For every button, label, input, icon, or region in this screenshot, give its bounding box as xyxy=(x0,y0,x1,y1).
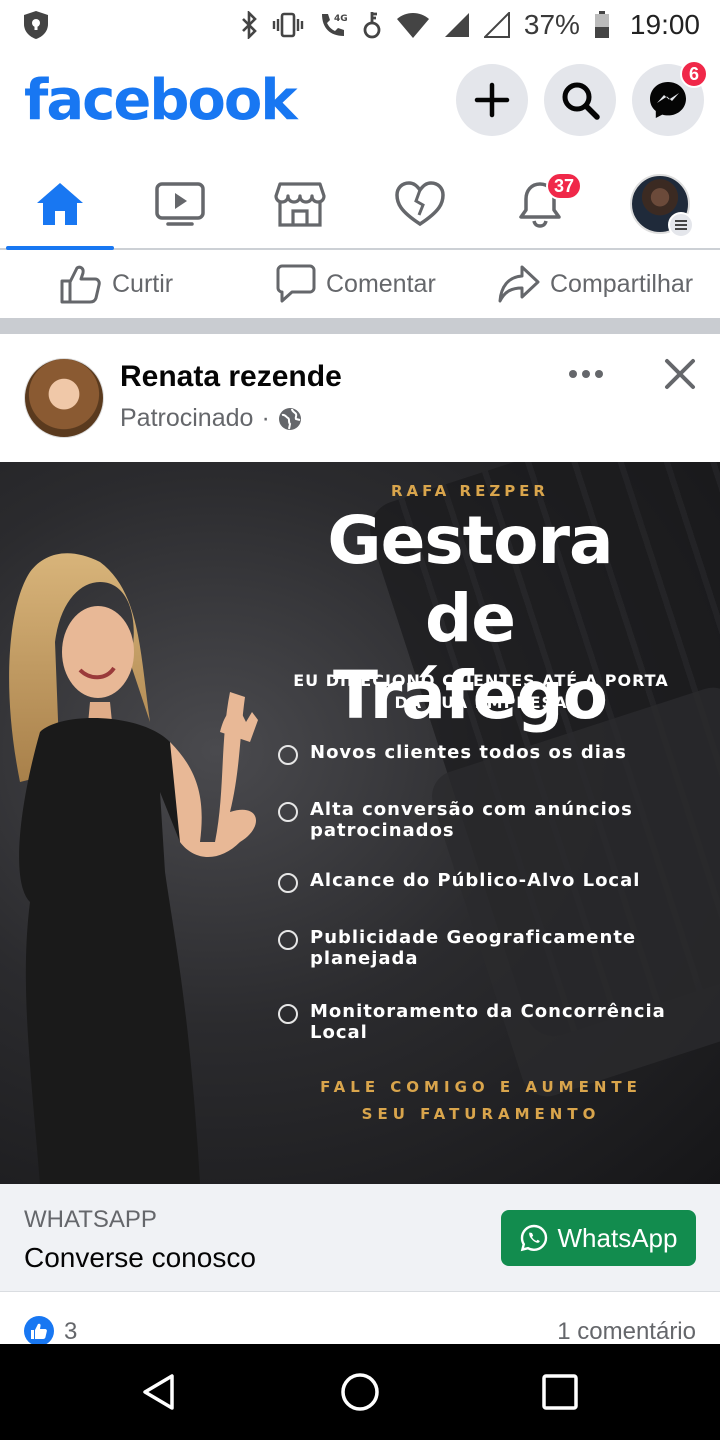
tab-home[interactable] xyxy=(0,160,120,250)
plus-icon xyxy=(474,82,510,118)
hide-post-button[interactable] xyxy=(660,354,700,394)
battery-percent: 37% xyxy=(523,9,580,40)
ad-title-line1: Gestora xyxy=(327,502,613,579)
tab-dating[interactable] xyxy=(360,160,480,248)
battery-icon xyxy=(594,11,610,39)
author-name[interactable]: Renata rezende xyxy=(120,360,342,394)
tab-notifications[interactable]: 37 xyxy=(480,160,600,248)
dot-separator: · xyxy=(261,404,270,432)
ad-cta-text: FALE COMIGO E AUMENTE SEU FATURAMENTO xyxy=(320,1078,642,1123)
ad-subtitle: EU DIRECIONO CLIENTES ATÉ A PORTA DA SUA… xyxy=(293,671,669,712)
feed-separator xyxy=(0,318,720,334)
ad-feature-text: Alcance do Público-Alvo Local xyxy=(310,870,641,891)
store-icon xyxy=(274,182,326,227)
signal-icon xyxy=(444,12,470,38)
ad-brand: RAFA REZPER xyxy=(391,482,549,500)
tab-marketplace[interactable] xyxy=(240,160,360,248)
bullet-circle-icon xyxy=(278,873,298,893)
like-button[interactable]: Curtir xyxy=(60,254,173,314)
home-nav-button[interactable] xyxy=(332,1364,388,1420)
share-label: Compartilhar xyxy=(550,269,694,298)
close-icon xyxy=(665,359,695,389)
back-triangle-icon xyxy=(143,1374,174,1410)
share-icon xyxy=(498,265,540,303)
facebook-logo[interactable]: facebook xyxy=(24,68,298,133)
vibrate-icon xyxy=(272,11,304,39)
ad-feature-item: Monitoramento da Concorrência Local xyxy=(278,1001,690,1043)
bullet-circle-icon xyxy=(278,930,298,950)
bluetooth-icon xyxy=(240,11,258,39)
network-label: 4G xyxy=(334,14,348,24)
whatsapp-button-label: WhatsApp xyxy=(557,1222,678,1253)
home-circle-icon xyxy=(341,1373,379,1411)
search-button[interactable] xyxy=(544,64,616,136)
notifications-badge: 37 xyxy=(546,172,583,200)
signal-empty-icon xyxy=(483,12,510,38)
tab-menu[interactable] xyxy=(600,160,720,248)
ad-feature-text: Publicidade Geograficamente planejada xyxy=(310,927,637,969)
ad-feature-item: Novos clientes todos os dias xyxy=(278,742,690,765)
cta-title: Converse conosco xyxy=(24,1242,256,1273)
bullet-circle-icon xyxy=(278,1004,298,1024)
ad-feature-text: Alta conversão com anúncios patrocinados xyxy=(310,799,633,841)
comment-icon xyxy=(276,264,316,303)
ad-image[interactable]: RAFA REZPER Gestora de Tráfego EU DIRECI… xyxy=(0,462,720,1184)
ad-feature-item: Publicidade Geograficamente planejada xyxy=(278,927,690,969)
post-header: Renata rezende Patrocinado · xyxy=(0,334,720,462)
video-icon xyxy=(155,182,205,226)
home-icon xyxy=(37,183,83,225)
menu-icon xyxy=(668,212,694,238)
tab-watch[interactable] xyxy=(120,160,240,248)
sponsored-text[interactable]: Patrocinado xyxy=(120,404,253,433)
reactions-row: 3 1 comentário xyxy=(0,1292,720,1344)
like-reaction-icon[interactable] xyxy=(24,1316,54,1344)
search-icon xyxy=(562,82,600,120)
like-label: Curtir xyxy=(112,269,174,298)
messenger-badge: 6 xyxy=(680,60,708,88)
sponsored-label: Patrocinado · xyxy=(120,404,302,433)
author-avatar[interactable] xyxy=(24,358,104,438)
messenger-button[interactable]: 6 xyxy=(632,60,708,136)
comment-button[interactable]: Comentar xyxy=(276,254,436,314)
shield-status-icon xyxy=(22,10,50,45)
key-icon xyxy=(362,10,382,40)
nav-tabs: 37 xyxy=(0,160,720,250)
cta-label: WHATSAPP xyxy=(24,1206,157,1233)
comment-label: Comentar xyxy=(326,269,436,298)
share-button[interactable]: Compartilhar xyxy=(498,254,693,314)
profile-avatar xyxy=(630,174,694,238)
wifi-icon xyxy=(396,11,430,39)
globe-icon xyxy=(278,407,301,430)
more-icon xyxy=(569,370,603,378)
whatsapp-button[interactable]: WhatsApp xyxy=(501,1210,696,1266)
volte-call-icon: 4G xyxy=(318,10,348,40)
top-bar: facebook 6 xyxy=(0,50,720,160)
recents-square-icon xyxy=(542,1374,578,1410)
android-nav-bar xyxy=(0,1344,720,1440)
back-button[interactable] xyxy=(132,1364,188,1420)
ad-feature-item: Alta conversão com anúncios patrocinados xyxy=(278,799,690,841)
post-action-row: Curtir Comentar Compartilhar xyxy=(0,252,720,318)
clock: 19:00 xyxy=(629,9,700,40)
whatsapp-icon xyxy=(520,1224,547,1252)
comment-count[interactable]: 1 comentário xyxy=(557,1318,696,1344)
messenger-icon xyxy=(650,82,686,118)
recents-button[interactable] xyxy=(532,1364,588,1420)
ad-feature-text: Monitoramento da Concorrência Local xyxy=(310,1001,666,1043)
thumbs-up-icon xyxy=(60,265,101,304)
bullet-circle-icon xyxy=(278,802,298,822)
like-count[interactable]: 3 xyxy=(64,1318,77,1344)
ad-feature-text: Novos clientes todos os dias xyxy=(310,742,627,763)
ad-feature-item: Alcance do Público-Alvo Local xyxy=(278,870,690,893)
create-button[interactable] xyxy=(456,64,528,136)
heart-icon xyxy=(395,181,445,227)
cta-bar: WHATSAPP Converse conosco WhatsApp xyxy=(0,1184,720,1292)
bullet-circle-icon xyxy=(278,745,298,765)
more-options-button[interactable] xyxy=(566,358,606,390)
woman-photo xyxy=(9,553,258,1184)
status-bar: 4G 37% 19:00 xyxy=(0,0,720,50)
